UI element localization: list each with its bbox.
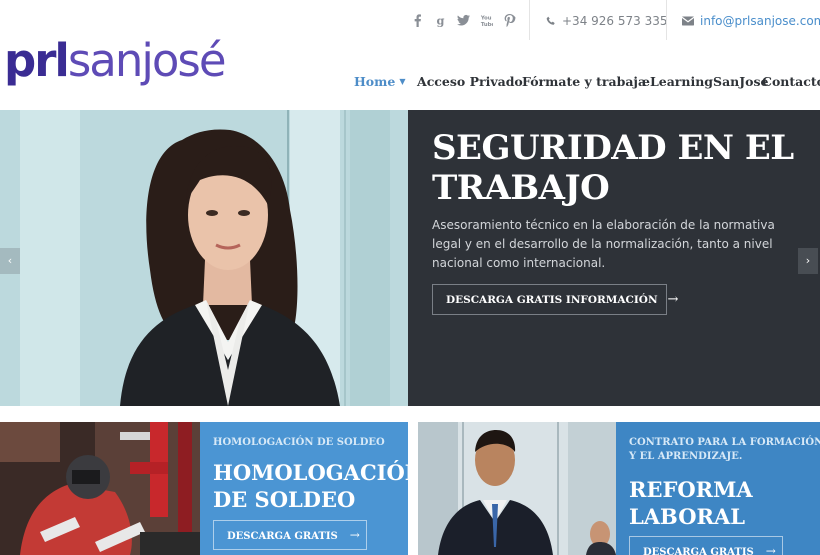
main-nav: Home ▼ Acceso Privado Fórmate y trabaja e…	[0, 74, 820, 92]
phone-icon	[546, 16, 555, 25]
hero-photo-businesswoman	[0, 110, 408, 406]
svg-text:Tube: Tube	[481, 22, 493, 27]
nav-item-contacto[interactable]: Contacto	[762, 74, 820, 89]
promo-kicker: CONTRATO PARA LA FORMACIÓN Y EL APRENDIZ…	[629, 437, 820, 462]
chevron-left-icon: ‹	[7, 254, 13, 267]
button-label: DESCARGA GRATIS	[643, 547, 754, 555]
envelope-icon	[681, 16, 695, 26]
promo-row: HOMOLOGACIÓN DE SOLDEO HOMOLOGACIÓN DE S…	[0, 422, 820, 555]
social-links: g YouTube	[406, 12, 521, 30]
download-info-button[interactable]: DESCARGA GRATIS INFORMACIÓN →	[432, 284, 678, 315]
svg-text:You: You	[480, 16, 492, 22]
nav-item-formate-y-trabaja[interactable]: Fórmate y trabaja	[522, 74, 646, 89]
nav-label: Home	[354, 74, 396, 89]
chevron-right-icon: ›	[805, 254, 811, 267]
hero-title: SEGURIDAD EN EL TRABAJO	[432, 128, 794, 208]
slider-next-button[interactable]: ›	[798, 248, 818, 274]
youtube-icon[interactable]: YouTube	[475, 12, 498, 30]
svg-text:g: g	[436, 14, 444, 27]
arrow-right-icon: →	[765, 544, 776, 555]
email-contact[interactable]: info@prlsanjose.com	[681, 14, 820, 28]
hero-content-panel: SEGURIDAD EN EL TRABAJO Asesoramiento té…	[408, 110, 820, 406]
button-label: DESCARGA GRATIS	[227, 531, 338, 542]
facebook-icon[interactable]	[406, 12, 429, 30]
divider	[529, 0, 530, 40]
phone-contact[interactable]: +34 926 573 335	[546, 14, 667, 28]
pinterest-icon[interactable]	[498, 12, 521, 30]
button-label: DESCARGA GRATIS INFORMACIÓN	[446, 294, 658, 306]
businesswoman-illustration	[0, 110, 408, 406]
promo-homologacion[interactable]: HOMOLOGACIÓN DE SOLDEO HOMOLOGACIÓN DE S…	[200, 422, 424, 555]
businessman-illustration	[418, 422, 616, 555]
download-free-button[interactable]: DESCARGA GRATIS →	[629, 536, 783, 555]
nav-item-home[interactable]: Home ▼	[354, 74, 405, 89]
twitter-icon[interactable]	[452, 12, 475, 30]
welder-illustration	[0, 422, 200, 555]
download-free-button[interactable]: DESCARGA GRATIS →	[213, 520, 367, 550]
promo-title: REFORMA LABORAL	[629, 477, 753, 529]
arrow-right-icon: →	[667, 292, 679, 307]
email-address: info@prlsanjose.com	[700, 14, 820, 28]
promo-title: HOMOLOGACIÓN DE SOLDEO	[213, 460, 424, 512]
promo-kicker: HOMOLOGACIÓN DE SOLDEO	[213, 437, 385, 448]
hero-description: Asesoramiento técnico en la elaboración …	[432, 218, 775, 270]
nav-item-elearningsanjose[interactable]: eLearningSanJose	[642, 74, 769, 89]
phone-number: +34 926 573 335	[562, 14, 668, 28]
nav-item-acceso-privado[interactable]: Acceso Privado	[417, 74, 523, 89]
businessman-photo	[418, 422, 616, 555]
chevron-down-icon: ▼	[399, 76, 406, 86]
arrow-right-icon: →	[349, 528, 360, 542]
hero-slider: SEGURIDAD EN EL TRABAJO Asesoramiento té…	[0, 110, 820, 406]
google-plus-icon[interactable]: g	[429, 12, 452, 30]
promo-reforma-laboral[interactable]: CONTRATO PARA LA FORMACIÓN Y EL APRENDIZ…	[616, 422, 820, 555]
divider	[666, 0, 667, 40]
welding-photo	[0, 422, 200, 555]
slider-prev-button[interactable]: ‹	[0, 248, 20, 274]
